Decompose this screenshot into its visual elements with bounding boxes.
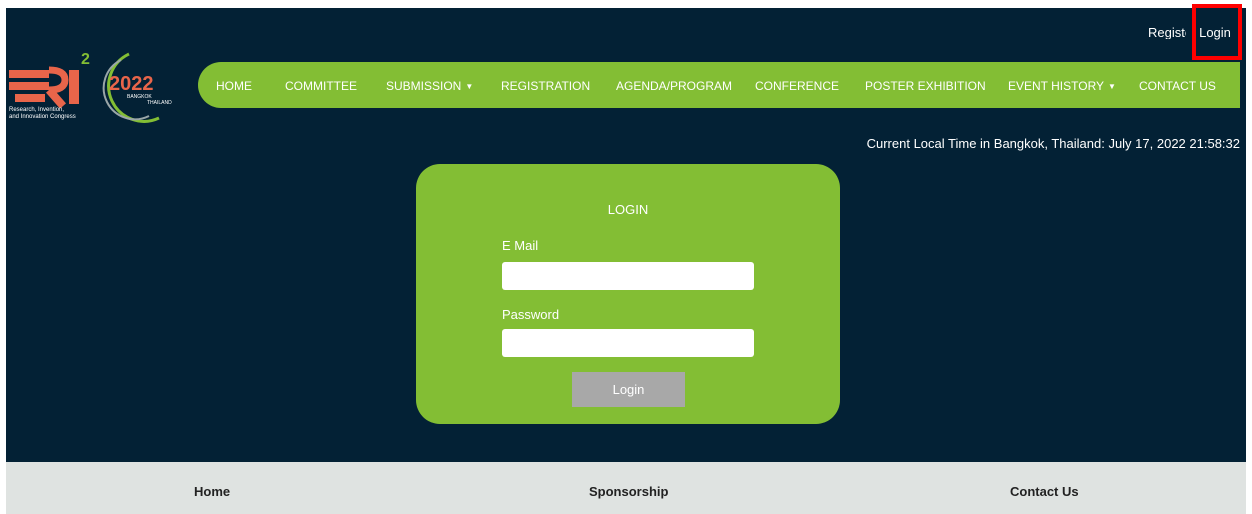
login-highlight-box	[1192, 4, 1242, 60]
footer-link-home[interactable]: Home	[194, 484, 230, 499]
footer: Home Sponsorship Contact Us	[6, 462, 1246, 514]
footer-link-sponsorship[interactable]: Sponsorship	[589, 484, 668, 499]
login-card: LOGIN E Mail Password Login	[416, 164, 840, 424]
login-button[interactable]: Login	[572, 372, 685, 407]
nav-agenda-program[interactable]: AGENDA/PROGRAM	[616, 79, 732, 93]
logo-image: 2 2022 BANGKOK THAILAND Research, Invent…	[9, 51, 172, 123]
svg-text:and Innovation Congress: and Innovation Congress	[9, 114, 76, 120]
nav-event-history-label: EVENT HISTORY	[1008, 79, 1105, 93]
footer-link-contact-us[interactable]: Contact Us	[1010, 484, 1079, 499]
nav-contact-us[interactable]: CONTACT US	[1139, 79, 1216, 93]
nav-conference[interactable]: CONFERENCE	[755, 79, 839, 93]
svg-text:THAILAND: THAILAND	[147, 100, 172, 106]
chevron-down-icon: ▼	[465, 82, 474, 92]
password-label: Password	[502, 307, 560, 322]
nav-submission-label: SUBMISSION	[386, 79, 462, 93]
nav-event-history[interactable]: EVENT HISTORY ▼	[1008, 79, 1116, 93]
email-label: E Mail	[502, 238, 539, 253]
nav-poster-exhibition[interactable]: POSTER EXHIBITION	[865, 79, 986, 93]
password-field[interactable]	[502, 329, 754, 357]
main-navbar: HOME COMMITTEE SUBMISSION ▼ REGISTRATION …	[198, 62, 1240, 108]
svg-text:Research, Invention,: Research, Invention,	[9, 107, 64, 113]
register-link[interactable]: Register	[1148, 25, 1186, 39]
nav-registration[interactable]: REGISTRATION	[501, 79, 590, 93]
svg-text:2022: 2022	[109, 73, 154, 95]
nav-committee[interactable]: COMMITTEE	[285, 79, 357, 93]
nav-home[interactable]: HOME	[216, 79, 252, 93]
nav-submission[interactable]: SUBMISSION ▼	[386, 79, 473, 93]
svg-text:2: 2	[81, 51, 90, 68]
logo[interactable]: 2 2022 BANGKOK THAILAND Research, Invent…	[9, 48, 189, 123]
chevron-down-icon: ▼	[1108, 82, 1116, 92]
email-field[interactable]	[502, 262, 754, 290]
local-time-display: Current Local Time in Bangkok, Thailand:…	[866, 136, 1240, 151]
login-title: LOGIN	[607, 202, 649, 217]
